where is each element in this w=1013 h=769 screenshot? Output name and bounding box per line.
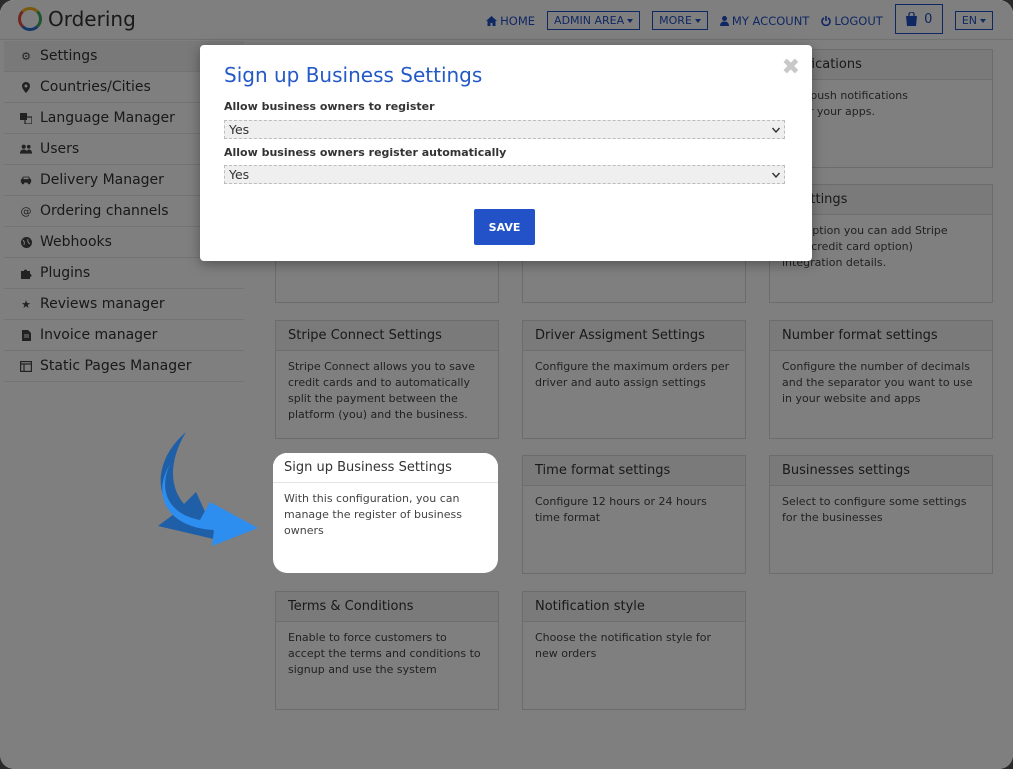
card-desc: With this configuration, you can manage … bbox=[284, 492, 462, 537]
allow-auto-register-select[interactable]: Yes bbox=[224, 165, 785, 184]
card-signup-business-settings[interactable]: Sign up Business Settings With this conf… bbox=[273, 453, 498, 573]
close-icon[interactable]: ✖ bbox=[782, 55, 800, 80]
allow-auto-register-value: Yes bbox=[229, 167, 250, 182]
app-window: Ordering HOME ADMIN AREA MORE MY ACCOUNT… bbox=[0, 0, 1013, 769]
save-button[interactable]: SAVE bbox=[474, 209, 535, 245]
pointer-arrow-icon bbox=[158, 432, 258, 546]
card-title: Sign up Business Settings bbox=[273, 453, 498, 483]
chevron-down-icon bbox=[772, 172, 780, 178]
allow-register-value: Yes bbox=[229, 122, 250, 137]
allow-register-label: Allow business owners to register bbox=[224, 100, 435, 113]
modal-title: Sign up Business Settings bbox=[224, 63, 483, 87]
allow-register-select[interactable]: Yes bbox=[224, 120, 785, 139]
signup-settings-modal: Sign up Business Settings ✖ Allow busine… bbox=[200, 45, 812, 261]
chevron-down-icon bbox=[772, 127, 780, 133]
allow-auto-register-label: Allow business owners register automatic… bbox=[224, 146, 507, 159]
